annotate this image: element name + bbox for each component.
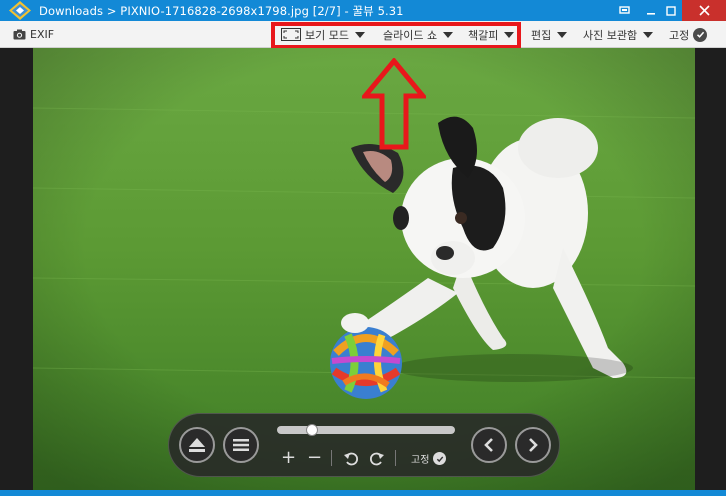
check-circle-icon — [693, 27, 708, 42]
pin-control[interactable]: 고정 — [411, 451, 447, 466]
pin-toggle[interactable]: 고정 — [669, 26, 708, 43]
up-arrow-icon — [362, 58, 426, 150]
window-title: Downloads > PIXNIO-1716828-2698x1798.jpg… — [39, 4, 404, 18]
chevron-down-icon — [557, 31, 568, 38]
close-button[interactable] — [682, 0, 726, 21]
divider — [331, 450, 332, 466]
pin-control-label: 고정 — [411, 455, 430, 466]
camera-icon — [13, 29, 26, 40]
check-circle-icon — [433, 452, 447, 465]
honeyview-logo-icon — [9, 1, 31, 20]
eject-icon — [189, 438, 205, 452]
pin-label: 고정 — [669, 28, 690, 42]
chevron-down-icon — [643, 31, 654, 38]
zoom-in-button[interactable]: + — [281, 448, 296, 468]
minimize-button[interactable] — [640, 0, 662, 21]
next-image-button[interactable] — [515, 427, 551, 463]
pin-icon — [618, 6, 630, 14]
window-bottom-border — [0, 490, 726, 496]
exif-label: EXIF — [30, 28, 55, 41]
chevron-left-icon — [484, 438, 493, 452]
highlight-box — [271, 22, 521, 49]
title-bar: Downloads > PIXNIO-1716828-2698x1798.jpg… — [0, 0, 726, 21]
menu-icon — [233, 439, 249, 451]
exif-button[interactable]: EXIF — [13, 26, 54, 43]
chevron-right-icon — [529, 438, 538, 452]
slider-thumb[interactable] — [306, 424, 318, 436]
open-file-button[interactable] — [179, 427, 215, 463]
minimize-icon — [647, 12, 655, 15]
playback-control-bar: + − 고정 — [168, 413, 560, 477]
edit-menu[interactable]: 편집 — [531, 26, 568, 43]
rotate-right-button[interactable] — [369, 450, 385, 470]
close-icon — [698, 5, 710, 16]
previous-image-button[interactable] — [471, 427, 507, 463]
photo-album-menu[interactable]: 사진 보관함 — [583, 26, 654, 43]
image-position-slider[interactable] — [277, 426, 455, 434]
maximize-icon — [666, 5, 676, 16]
menu-button[interactable] — [223, 427, 259, 463]
maximize-button[interactable] — [660, 0, 682, 21]
zoom-out-button[interactable]: − — [307, 448, 322, 468]
rotate-right-icon — [370, 452, 384, 466]
rotate-left-button[interactable] — [343, 450, 359, 470]
photo-album-label: 사진 보관함 — [583, 28, 638, 42]
pin-window-button[interactable] — [612, 0, 636, 21]
edit-label: 편집 — [531, 28, 552, 42]
divider — [395, 450, 396, 466]
rotate-left-icon — [344, 452, 358, 466]
